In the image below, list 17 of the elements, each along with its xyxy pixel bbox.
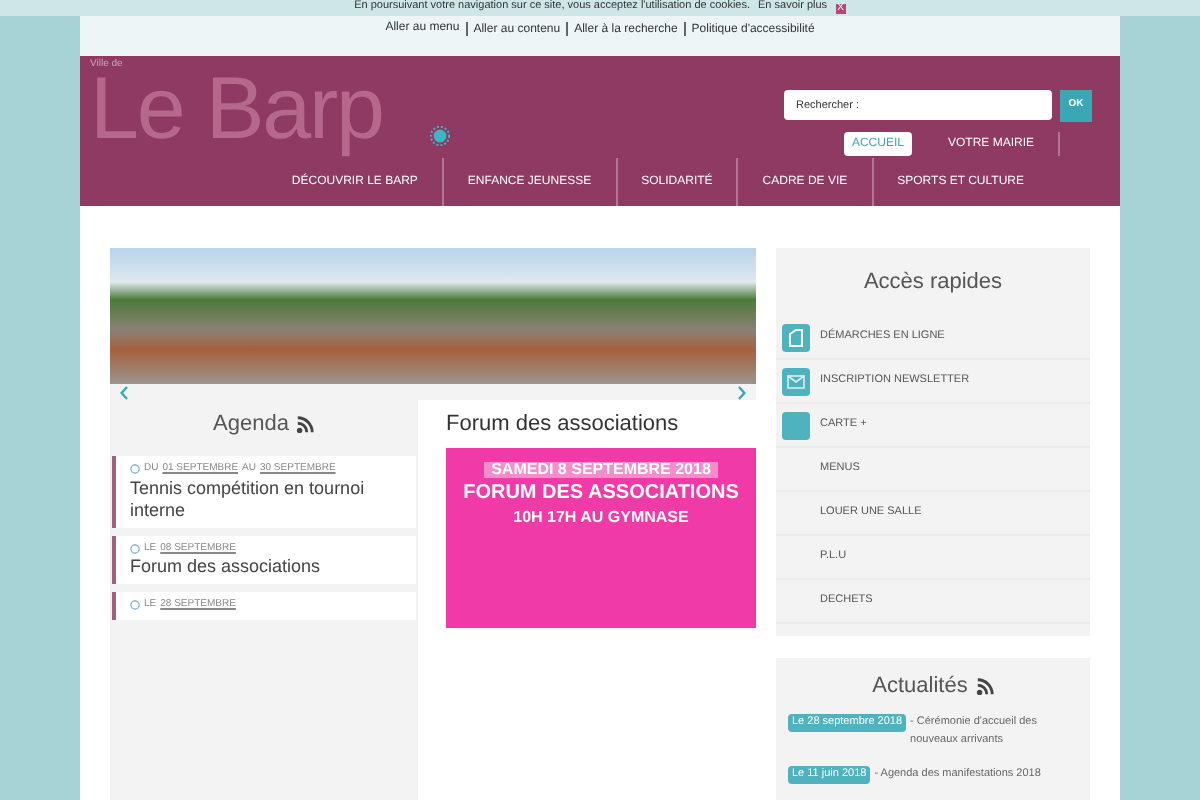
- clock-icon: [130, 464, 140, 475]
- poster-text: FORUM DES ASSOCIATIONS: [463, 484, 739, 504]
- poster-text: SAMEDI 8 SEPTEMBRE 2018: [483, 462, 719, 478]
- quick-access-title: Accès rapides: [863, 267, 1003, 298]
- sun-icon: [430, 126, 450, 146]
- feature-title: Forum des associations: [446, 409, 679, 440]
- clock-icon: [130, 600, 140, 611]
- event-title[interactable]: Forum des associations: [130, 556, 402, 578]
- poster-text: 10H 17H AU GYMNASE: [513, 510, 689, 526]
- clock-icon: [130, 543, 140, 554]
- document-icon: [782, 323, 810, 351]
- envelope-icon: [782, 367, 810, 395]
- rss-icon[interactable]: [975, 677, 994, 695]
- event-title[interactable]: Tennis compétition en tournoi interne: [130, 477, 402, 521]
- news-title: Actualités: [872, 671, 968, 702]
- agenda-title: Agenda: [213, 409, 289, 440]
- rss-icon[interactable]: [296, 415, 315, 433]
